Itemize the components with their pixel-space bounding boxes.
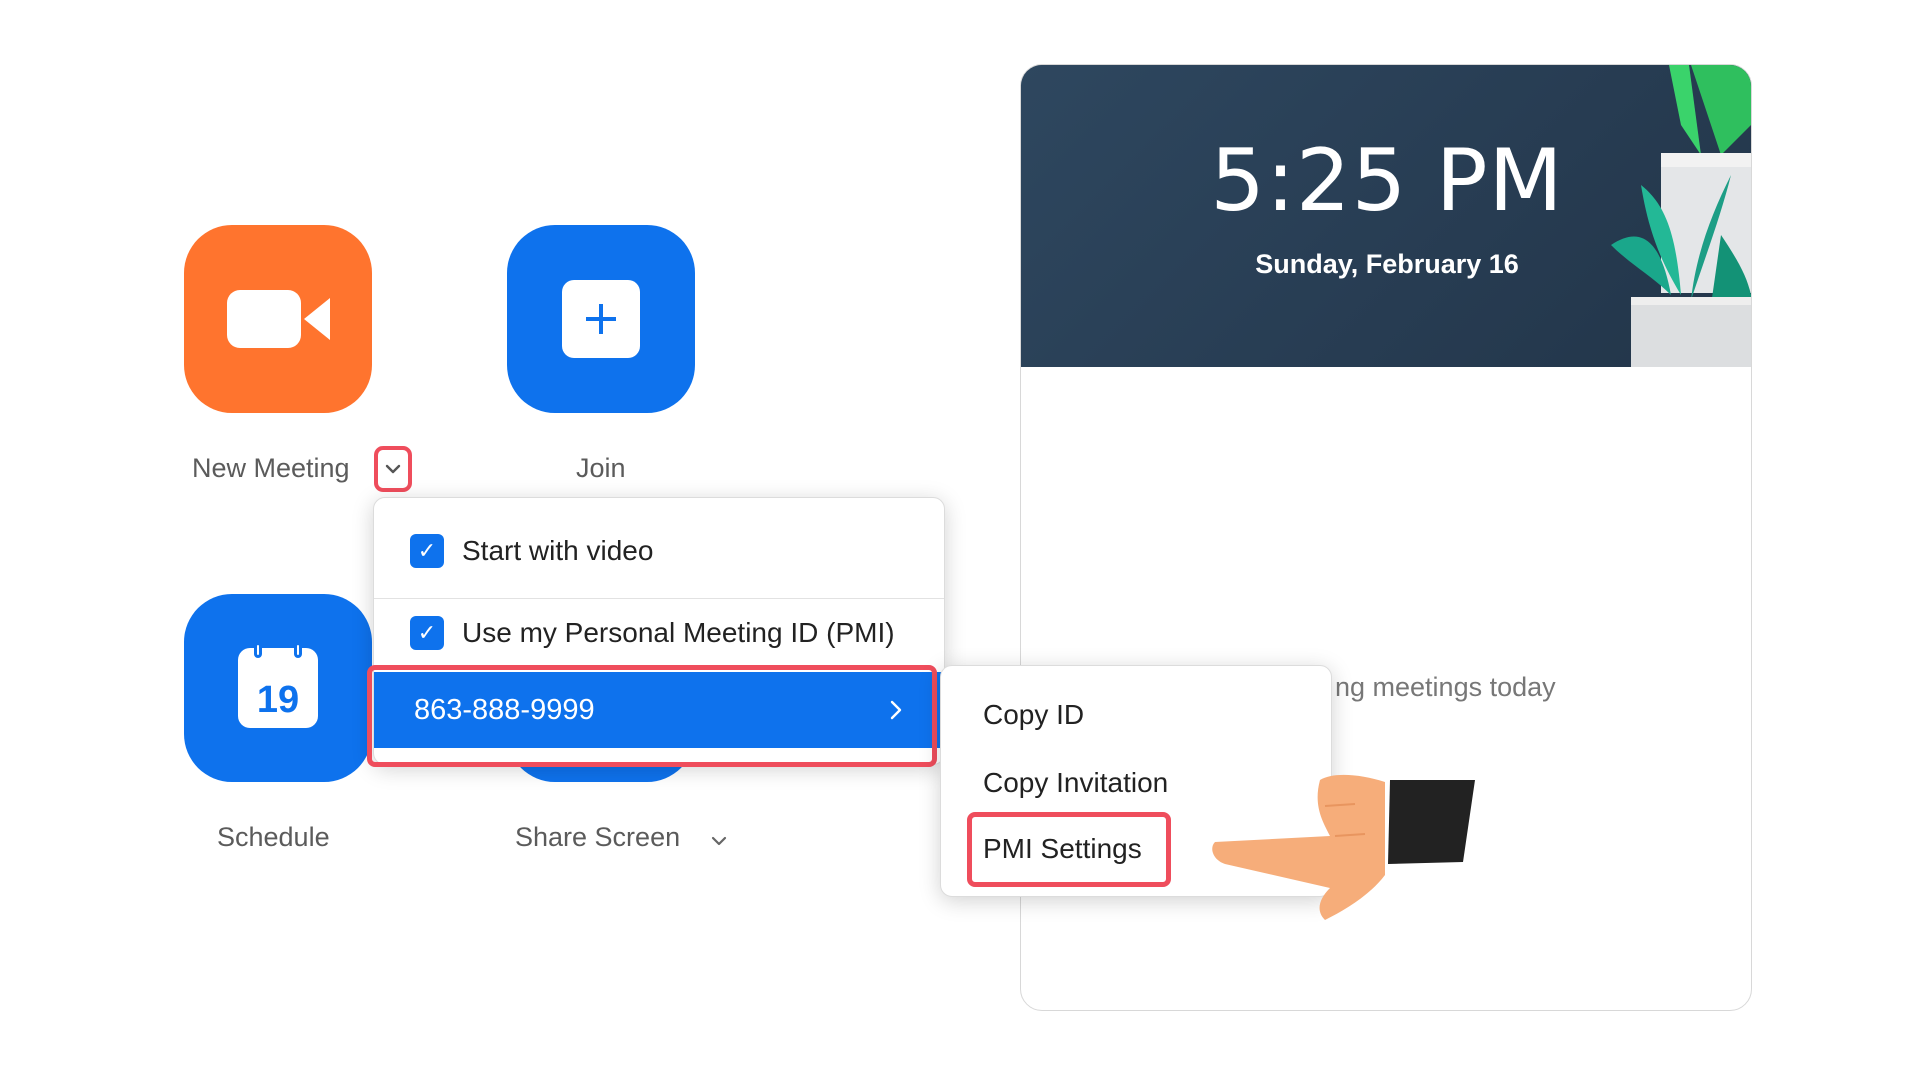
schedule-label: Schedule bbox=[217, 822, 330, 852]
join-label: Join bbox=[576, 453, 626, 483]
share-screen-chevron-down-icon[interactable] bbox=[711, 836, 727, 846]
use-pmi-item[interactable]: ✓ Use my Personal Meeting ID (PMI) bbox=[374, 613, 944, 653]
clock-date: Sunday, February 16 bbox=[1255, 249, 1519, 279]
new-meeting-label: New Meeting bbox=[192, 453, 350, 483]
pmi-highlight-box bbox=[367, 665, 937, 767]
use-pmi-label: Use my Personal Meeting ID (PMI) bbox=[462, 617, 895, 648]
clock-time: 5:25 PM bbox=[1210, 131, 1564, 231]
copy-invitation-item[interactable]: Copy Invitation bbox=[983, 767, 1168, 799]
start-with-video-label: Start with video bbox=[462, 535, 654, 566]
chevron-down-icon bbox=[385, 464, 401, 474]
no-upcoming-meetings-text: ng meetings today bbox=[1335, 672, 1556, 702]
plus-icon bbox=[562, 280, 640, 358]
join-button[interactable] bbox=[507, 225, 695, 413]
pmi-settings-highlight-box bbox=[967, 812, 1171, 887]
video-camera-icon bbox=[226, 290, 330, 348]
copy-id-item[interactable]: Copy ID bbox=[983, 699, 1084, 731]
calendar-icon: 19 bbox=[238, 642, 318, 728]
new-meeting-dropdown-button[interactable] bbox=[374, 446, 412, 492]
new-meeting-button[interactable] bbox=[184, 225, 372, 413]
checkbox-checked-icon[interactable]: ✓ bbox=[410, 616, 444, 650]
start-with-video-item[interactable]: ✓ Start with video bbox=[374, 531, 944, 571]
calendar-day: 19 bbox=[256, 679, 300, 721]
schedule-button[interactable]: 19 bbox=[184, 594, 372, 782]
share-screen-label: Share Screen bbox=[515, 822, 681, 852]
checkbox-checked-icon[interactable]: ✓ bbox=[410, 534, 444, 568]
pointing-hand-icon bbox=[1212, 774, 1475, 920]
menu-divider bbox=[374, 598, 944, 599]
panel-header: 5:25 PM Sunday, February 16 bbox=[1021, 65, 1751, 367]
